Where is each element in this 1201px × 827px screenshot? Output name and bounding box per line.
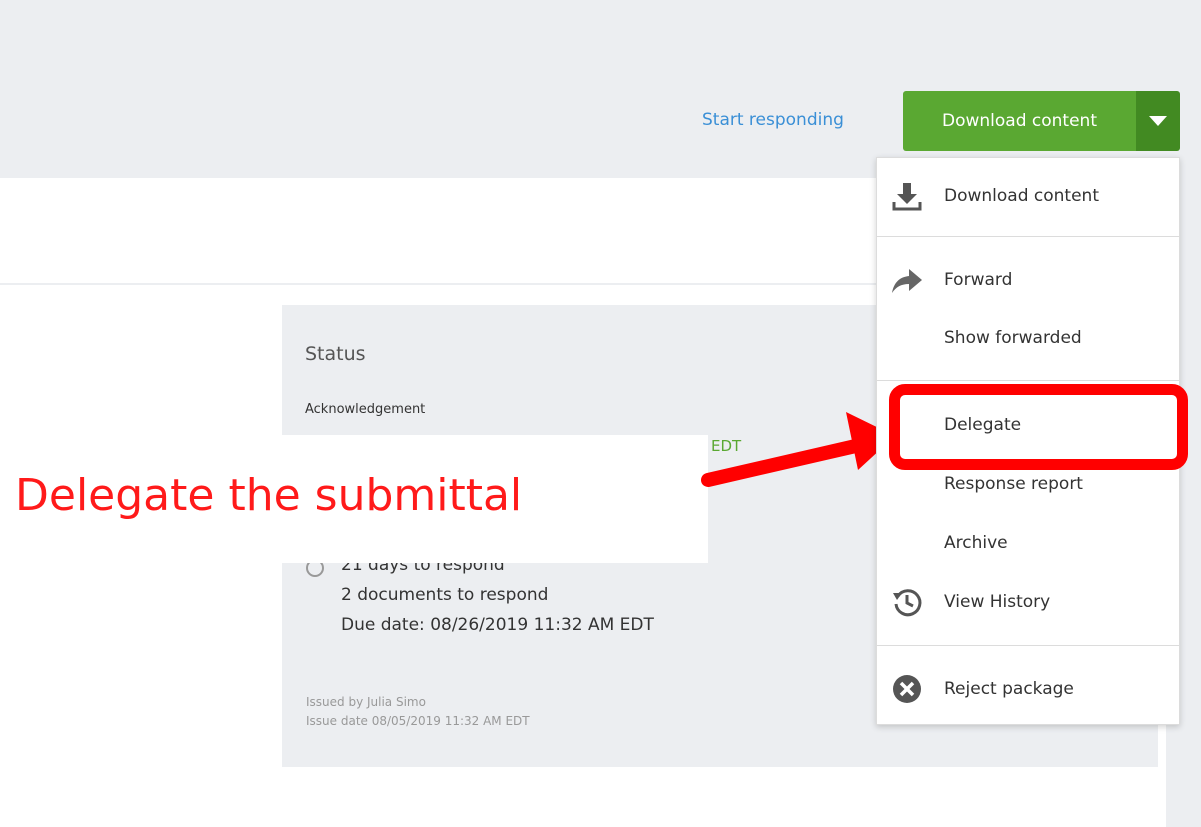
status-title: Status: [305, 343, 366, 365]
menu-separator: [877, 236, 1179, 237]
start-responding-link[interactable]: Start responding: [702, 110, 844, 130]
menu-item-reject-package[interactable]: Reject package: [877, 663, 1179, 715]
annotation-text: Delegate the submittal: [15, 470, 523, 521]
menu-item-delegate[interactable]: Delegate: [877, 399, 1179, 451]
acknowledgement-value: EDT: [711, 437, 742, 455]
menu-item-label: Forward: [944, 270, 1013, 290]
history-icon: [893, 589, 922, 617]
download-dropdown-toggle[interactable]: [1136, 91, 1180, 151]
documents-to-respond: 2 documents to respond: [341, 585, 549, 605]
menu-item-show-forwarded[interactable]: Show forwarded: [877, 312, 1179, 364]
issued-by: Issued by Julia Simo: [306, 695, 426, 709]
menu-separator: [877, 380, 1179, 381]
menu-item-view-history[interactable]: View History: [877, 576, 1179, 628]
download-icon: [892, 183, 922, 211]
menu-item-response-report[interactable]: Response report: [877, 458, 1179, 510]
menu-item-label: View History: [944, 592, 1051, 612]
menu-item-label: Delegate: [944, 415, 1022, 435]
menu-item-archive[interactable]: Archive: [877, 517, 1179, 569]
download-dropdown-menu: Download content Forward Show forwarded …: [876, 157, 1180, 725]
acknowledgement-label: Acknowledgement: [305, 402, 426, 417]
menu-item-label: Reject package: [944, 679, 1074, 699]
issue-date: Issue date 08/05/2019 11:32 AM EDT: [306, 714, 530, 728]
forward-arrow-icon: [892, 269, 922, 293]
due-date: Due date: 08/26/2019 11:32 AM EDT: [341, 615, 654, 635]
reject-icon: [893, 675, 921, 703]
menu-separator: [877, 645, 1179, 646]
menu-item-label: Response report: [944, 474, 1083, 494]
menu-item-label: Archive: [944, 533, 1008, 553]
menu-item-label: Show forwarded: [944, 328, 1082, 348]
download-split-button: Download content: [903, 91, 1180, 151]
menu-item-download-content[interactable]: Download content: [877, 170, 1179, 222]
annotation-callout: Delegate the submittal: [0, 435, 708, 563]
menu-item-forward[interactable]: Forward: [877, 254, 1179, 306]
top-bar: [0, 0, 1201, 178]
caret-down-icon: [1149, 116, 1167, 126]
download-content-button[interactable]: Download content: [903, 91, 1136, 151]
menu-item-label: Download content: [944, 186, 1099, 206]
